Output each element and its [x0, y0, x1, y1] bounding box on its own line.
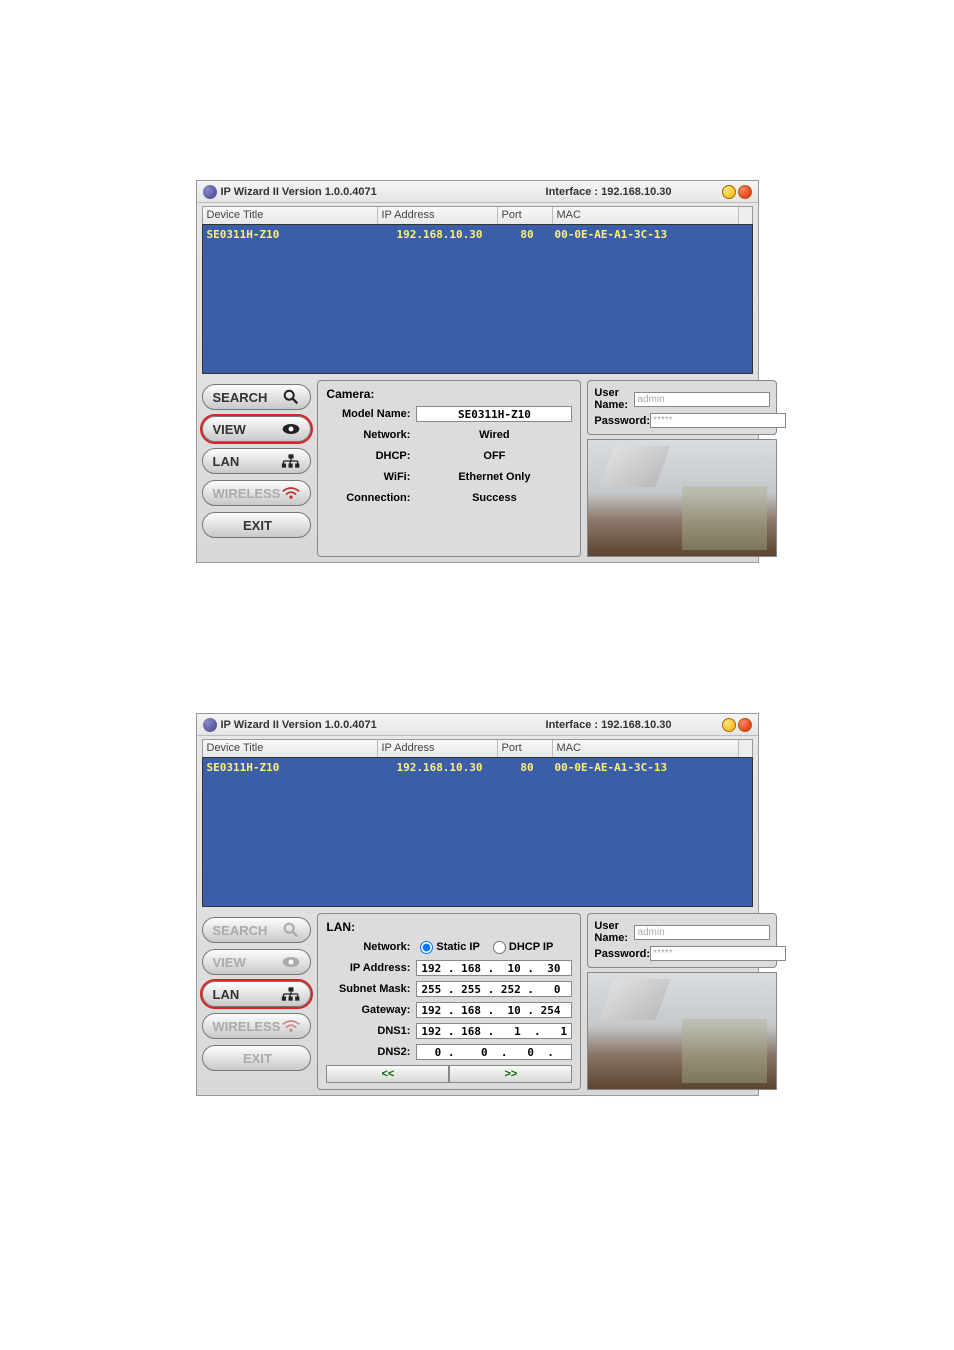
- password-input[interactable]: [650, 946, 786, 961]
- lan-button[interactable]: LAN: [202, 981, 312, 1007]
- titlebar[interactable]: IP Wizard II Version 1.0.0.4071 Interfac…: [197, 181, 758, 203]
- row-port: 80: [500, 228, 555, 241]
- ip-wizard-window-view: IP Wizard II Version 1.0.0.4071 Interfac…: [196, 180, 759, 563]
- app-title: IP Wizard II Version 1.0.0.4071: [221, 719, 546, 731]
- wireless-button[interactable]: WIRELESS: [202, 480, 312, 506]
- search-icon: [280, 921, 302, 939]
- lan-panel: LAN: Network: Static IP DHCP IP IP Addre…: [317, 913, 581, 1090]
- username-input[interactable]: [634, 392, 770, 407]
- row-title: SE0311H-Z10: [207, 761, 380, 774]
- col-ip[interactable]: IP Address: [378, 207, 498, 224]
- panel-title: LAN:: [326, 920, 572, 934]
- search-button[interactable]: SEARCH: [202, 384, 312, 410]
- highlight-ring: [200, 979, 314, 1009]
- search-button[interactable]: SEARCH: [202, 917, 312, 943]
- subnet-input[interactable]: [416, 981, 572, 997]
- table-header: Device Title IP Address Port MAC: [202, 206, 753, 224]
- exit-button[interactable]: EXIT: [202, 1045, 312, 1071]
- dhcp-ip-radio[interactable]: DHCP IP: [493, 941, 553, 953]
- wifi-icon: [280, 1017, 302, 1035]
- interface-label: Interface : 192.168.10.30: [546, 186, 672, 198]
- wireless-button[interactable]: WIRELESS: [202, 1013, 312, 1039]
- device-list[interactable]: SE0311H-Z10 192.168.10.30 80 00-0E-AE-A1…: [202, 757, 753, 907]
- ip-input[interactable]: [416, 960, 572, 976]
- app-icon: [203, 718, 217, 732]
- next-button[interactable]: >>: [449, 1065, 572, 1083]
- row-port: 80: [500, 761, 555, 774]
- dhcp-value: OFF: [416, 450, 572, 462]
- col-mac[interactable]: MAC: [553, 740, 738, 757]
- app-icon: [203, 185, 217, 199]
- scroll-gutter: [738, 740, 752, 757]
- row-mac: 00-0E-AE-A1-3C-13: [555, 761, 748, 774]
- col-device[interactable]: Device Title: [203, 740, 378, 757]
- close-button[interactable]: [738, 185, 752, 199]
- connection-value: Success: [416, 492, 572, 504]
- network-icon: [280, 452, 302, 470]
- col-port[interactable]: Port: [498, 207, 553, 224]
- minimize-button[interactable]: [722, 185, 736, 199]
- credentials-pane: User Name: Password:: [587, 913, 777, 1090]
- credentials-pane: User Name: Password:: [587, 380, 777, 557]
- dns1-input[interactable]: [416, 1023, 572, 1039]
- col-port[interactable]: Port: [498, 740, 553, 757]
- prev-button[interactable]: <<: [326, 1065, 449, 1083]
- titlebar[interactable]: IP Wizard II Version 1.0.0.4071 Interfac…: [197, 714, 758, 736]
- panel-title: Camera:: [326, 387, 572, 401]
- search-icon: [280, 388, 302, 406]
- ip-wizard-window-lan: IP Wizard II Version 1.0.0.4071 Interfac…: [196, 713, 759, 1096]
- device-row[interactable]: SE0311H-Z10 192.168.10.30 80 00-0E-AE-A1…: [203, 225, 752, 244]
- lan-button[interactable]: LAN: [202, 448, 312, 474]
- table-header: Device Title IP Address Port MAC: [202, 739, 753, 757]
- col-mac[interactable]: MAC: [553, 207, 738, 224]
- camera-preview: [587, 439, 777, 557]
- highlight-ring: [200, 414, 314, 444]
- minimize-button[interactable]: [722, 718, 736, 732]
- view-button[interactable]: VIEW: [202, 416, 312, 442]
- network-value: Wired: [416, 429, 572, 441]
- close-button[interactable]: [738, 718, 752, 732]
- row-title: SE0311H-Z10: [207, 228, 380, 241]
- sidebar: SEARCH VIEW LAN WIRELESS EXIT: [202, 913, 312, 1090]
- col-ip[interactable]: IP Address: [378, 740, 498, 757]
- scroll-gutter: [738, 207, 752, 224]
- model-value: [416, 406, 572, 422]
- username-input[interactable]: [634, 925, 770, 940]
- device-list[interactable]: SE0311H-Z10 192.168.10.30 80 00-0E-AE-A1…: [202, 224, 753, 374]
- row-ip: 192.168.10.30: [380, 228, 500, 241]
- wifi-icon: [280, 484, 302, 502]
- col-device[interactable]: Device Title: [203, 207, 378, 224]
- eye-icon: [280, 953, 302, 971]
- password-input[interactable]: [650, 413, 786, 428]
- static-ip-radio[interactable]: Static IP: [420, 941, 479, 953]
- interface-label: Interface : 192.168.10.30: [546, 719, 672, 731]
- app-title: IP Wizard II Version 1.0.0.4071: [221, 186, 546, 198]
- row-mac: 00-0E-AE-A1-3C-13: [555, 228, 748, 241]
- device-row[interactable]: SE0311H-Z10 192.168.10.30 80 00-0E-AE-A1…: [203, 758, 752, 777]
- camera-preview: [587, 972, 777, 1090]
- wifi-value: Ethernet Only: [416, 471, 572, 483]
- view-button[interactable]: VIEW: [202, 949, 312, 975]
- dns2-input[interactable]: [416, 1044, 572, 1060]
- sidebar: SEARCH VIEW LAN WIRELESS EXIT: [202, 380, 312, 557]
- exit-button[interactable]: EXIT: [202, 512, 312, 538]
- camera-panel: Camera: Model Name: Network:Wired DHCP:O…: [317, 380, 581, 557]
- gateway-input[interactable]: [416, 1002, 572, 1018]
- row-ip: 192.168.10.30: [380, 761, 500, 774]
